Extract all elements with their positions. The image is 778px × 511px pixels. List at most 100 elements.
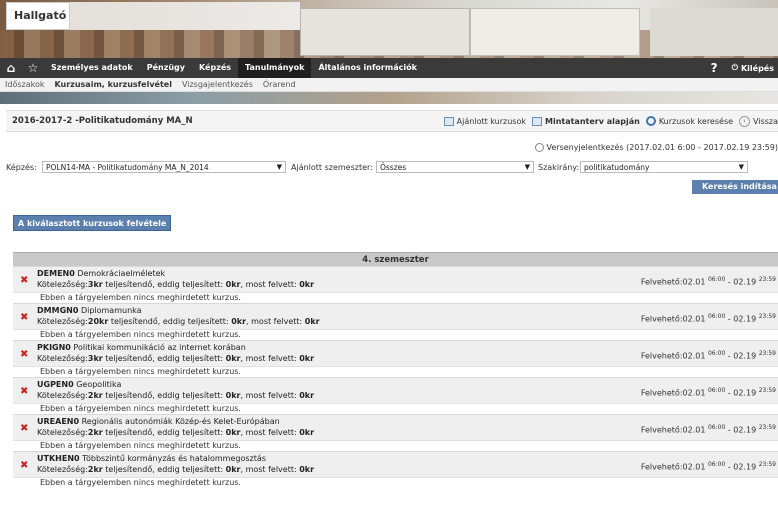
remove-icon[interactable]: ✖ bbox=[20, 275, 28, 286]
no-course-note: Ebben a tárgyelemben nincs meghirdetett … bbox=[13, 440, 778, 451]
course-name: Többszintű kormányzás és hatalommegosztá… bbox=[82, 454, 266, 463]
kepzes-select[interactable]: POLN14-MA - Politikatudomány MA_N_2014 ▼ bbox=[42, 161, 286, 173]
credit-value: 3kr bbox=[87, 354, 103, 363]
start-time: 06:00 bbox=[707, 461, 726, 468]
page-title: 2016-2017-2 -Politikatudomány MA_N bbox=[12, 116, 193, 126]
kotelezoseg-label: Kötelezőség: bbox=[37, 428, 88, 437]
remove-icon[interactable]: ✖ bbox=[20, 423, 28, 434]
nav-item-penzugy[interactable]: Pénzügy bbox=[140, 58, 192, 78]
clock-icon bbox=[534, 143, 544, 152]
available-period: Felvehető:02.01 06:00 - 02.19 23:59 bbox=[641, 424, 776, 435]
home-icon[interactable]: ⌂ bbox=[0, 58, 22, 78]
remove-icon[interactable]: ✖ bbox=[20, 312, 28, 323]
subnav-item-vizsga[interactable]: Vizsgajelentkezés bbox=[177, 80, 258, 89]
course-row: ✖ UREAEN0 Regionális autonómiák Közép-és … bbox=[13, 414, 778, 440]
add-selected-courses-button[interactable]: A kiválasztott kurzusok felvétele bbox=[13, 215, 171, 231]
kotelezoseg-label: Kötelezőség: bbox=[37, 391, 88, 400]
app-root: Hallgató ⌂ ☆ Személyes adatok Pénzügy Ké… bbox=[0, 0, 778, 511]
nav-item-altalanos[interactable]: Általános információk bbox=[311, 58, 423, 78]
nav-item-szemelyes[interactable]: Személyes adatok bbox=[44, 58, 140, 78]
course-row: ✖ PKIGN0 Politikai kommunikáció az intern… bbox=[13, 340, 778, 366]
search-icon bbox=[645, 116, 656, 126]
available-period: Felvehető:02.01 06:00 - 02.19 23:59 bbox=[641, 313, 776, 324]
kotelezoseg-label: Kötelezőség: bbox=[37, 280, 88, 289]
course-name: Geopolitika bbox=[76, 380, 122, 389]
requirement-text: teljesítendő, eddig teljesített: bbox=[105, 428, 224, 437]
requirement-text: teljesítendő, eddig teljesített: bbox=[105, 465, 224, 474]
filter-bar: Képzés: POLN14-MA - Politikatudomány MA_… bbox=[6, 160, 778, 174]
szakirany-select[interactable]: politikatudomány ▼ bbox=[580, 161, 748, 173]
end-time: 23:59 bbox=[758, 424, 776, 431]
end-date: 02.19 bbox=[733, 314, 757, 324]
dropdown-arrow-icon: ▼ bbox=[738, 163, 744, 171]
start-date: 02.01 bbox=[682, 462, 706, 472]
remove-icon[interactable]: ✖ bbox=[20, 349, 28, 360]
szemeszter-value: Összes bbox=[380, 163, 407, 172]
course-row: ✖ UTKHEN0 Többszintű kormányzás és hatalo… bbox=[13, 451, 778, 477]
curriculum-label: Mintatanterv alapján bbox=[544, 116, 640, 126]
end-time: 23:59 bbox=[758, 276, 776, 283]
course-requirement: Kötelezőség:3kr teljesítendő, eddig telj… bbox=[37, 280, 315, 289]
end-time: 23:59 bbox=[758, 313, 776, 320]
now-credit: 0kr bbox=[299, 428, 315, 437]
szemeszter-select[interactable]: Összes ▼ bbox=[376, 161, 534, 173]
start-time: 06:00 bbox=[707, 424, 726, 431]
recommended-courses-button[interactable]: Ajánlott kurzusok bbox=[443, 116, 526, 126]
available-period: Felvehető:02.01 06:00 - 02.19 23:59 bbox=[641, 387, 776, 398]
registration-period: Versenyjelentkezés (2017.02.01 6:00 - 20… bbox=[534, 143, 778, 152]
no-course-note: Ebben a tárgyelemben nincs meghirdetett … bbox=[13, 477, 778, 488]
main-nav: ⌂ ☆ Személyes adatok Pénzügy Képzés Tanu… bbox=[0, 58, 778, 78]
start-search-button[interactable]: Keresés indítása bbox=[692, 180, 778, 194]
szakirany-label: Szakirány: bbox=[538, 163, 580, 172]
end-date: 02.19 bbox=[733, 277, 757, 287]
back-arrow-icon: ‹ bbox=[739, 115, 751, 127]
start-time: 06:00 bbox=[707, 350, 726, 357]
course-requirement: Kötelezőség:2kr teljesítendő, eddig telj… bbox=[37, 428, 315, 437]
end-time: 23:59 bbox=[758, 350, 776, 357]
kepzes-label: Képzés: bbox=[6, 163, 37, 172]
course-title: DMMGN0 Diplomamunka bbox=[37, 306, 142, 315]
course-table: 4. szemeszter ✖ DEMEN0 Demokráciaelmélete… bbox=[13, 252, 778, 488]
nav-item-tanulmanyok[interactable]: Tanulmányok bbox=[238, 58, 312, 78]
now-credit: 0kr bbox=[299, 391, 315, 400]
end-time: 23:59 bbox=[758, 387, 776, 394]
star-icon[interactable]: ☆ bbox=[22, 58, 44, 78]
done-credit: 0kr bbox=[225, 354, 241, 363]
start-date: 02.01 bbox=[682, 388, 706, 398]
end-date: 02.19 bbox=[733, 351, 757, 361]
now-text: most felvett: bbox=[245, 465, 297, 474]
remove-icon[interactable]: ✖ bbox=[20, 460, 28, 471]
back-button[interactable]: ‹ Vissza bbox=[739, 115, 778, 127]
course-name: Diplomamunka bbox=[80, 306, 142, 315]
subnav-item-kurzusaim[interactable]: Kurzusaim, kurzusfelvétel bbox=[49, 80, 176, 89]
remove-icon[interactable]: ✖ bbox=[20, 386, 28, 397]
course-search-button[interactable]: Kurzusok keresése bbox=[645, 116, 734, 126]
start-date: 02.01 bbox=[682, 277, 706, 287]
course-search-label: Kurzusok keresése bbox=[658, 116, 734, 126]
felveheto-label: Felvehető: bbox=[640, 314, 683, 324]
course-code: UTKHEN0 bbox=[37, 454, 80, 463]
credit-value: 2kr bbox=[87, 428, 103, 437]
requirement-text: teljesítendő, eddig teljesített: bbox=[105, 391, 224, 400]
start-time: 06:00 bbox=[707, 387, 726, 394]
nav-item-kepzes[interactable]: Képzés bbox=[192, 58, 238, 78]
szemeszter-label: Ajánlott szemeszter: bbox=[291, 163, 373, 172]
kotelezoseg-label: Kötelezőség: bbox=[37, 354, 88, 363]
subnav-item-idoszakok[interactable]: Időszakok bbox=[0, 80, 49, 89]
available-period: Felvehető:02.01 06:00 - 02.19 23:59 bbox=[641, 350, 776, 361]
course-row: ✖ UGPEN0 Geopolitika Kötelezőség:2kr telje… bbox=[13, 377, 778, 403]
header-banner: Hallgató bbox=[0, 0, 778, 58]
course-code: DEMEN0 bbox=[37, 269, 75, 278]
felveheto-label: Felvehető: bbox=[640, 462, 683, 472]
no-course-note: Ebben a tárgyelemben nincs meghirdetett … bbox=[13, 292, 778, 303]
subnav-item-orarend[interactable]: Órarend bbox=[258, 80, 301, 89]
banner-image bbox=[300, 8, 470, 56]
help-icon[interactable]: ? bbox=[701, 61, 728, 75]
logout-button[interactable]: ⏻ Kilépés bbox=[728, 63, 778, 73]
course-title: UGPEN0 Geopolitika bbox=[37, 380, 121, 389]
curriculum-button[interactable]: Mintatanterv alapján bbox=[531, 116, 640, 126]
no-course-note: Ebben a tárgyelemben nincs meghirdetett … bbox=[13, 366, 778, 377]
course-title: PKIGN0 Politikai kommunikáció az interne… bbox=[37, 343, 246, 352]
now-credit: 0kr bbox=[304, 317, 320, 326]
course-title: DEMEN0 Demokráciaelméletek bbox=[37, 269, 165, 278]
